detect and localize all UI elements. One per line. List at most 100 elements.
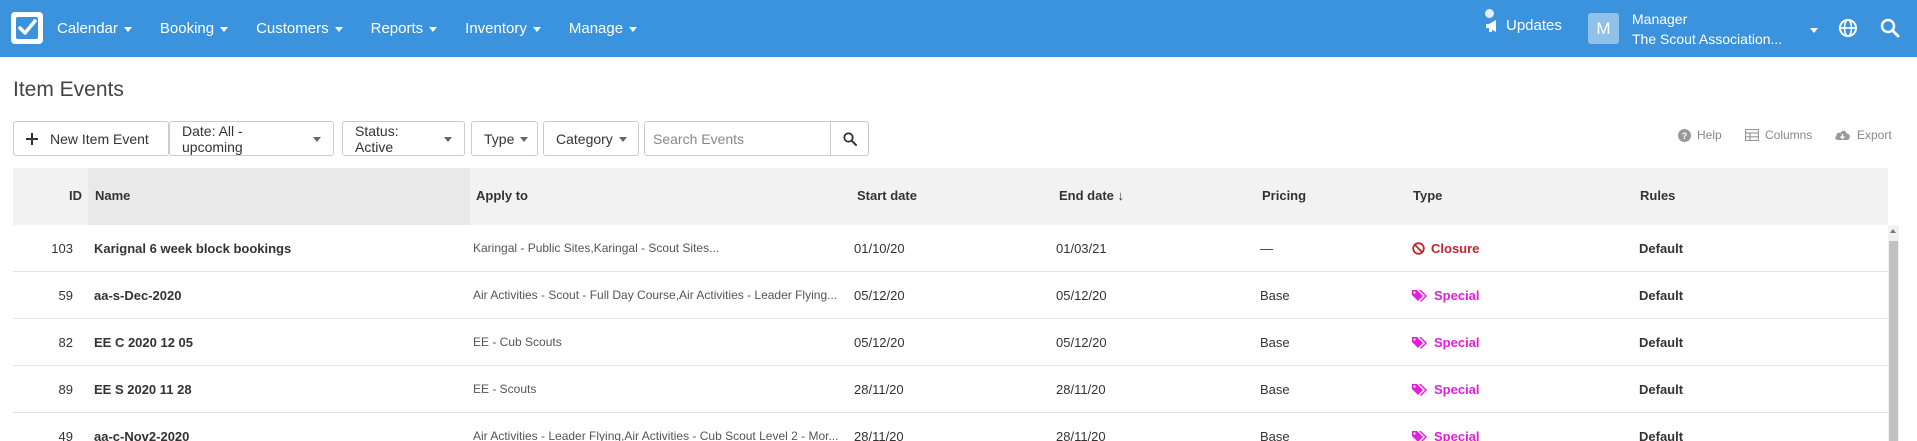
cell-rules: Default [1639, 335, 1684, 350]
cell-start-date: 05/12/20 [854, 288, 905, 303]
header-type[interactable]: Type [1413, 188, 1442, 203]
cell-name[interactable]: Karignal 6 week block bookings [94, 241, 291, 256]
cell-end-date: 05/12/20 [1056, 288, 1107, 303]
cell-id: 82 [58, 335, 73, 350]
table-row[interactable]: 49 aa-c-Nov2-2020 Air Activities - Leade… [13, 413, 1888, 441]
page-title: Item Events [13, 78, 124, 101]
tags-icon [1412, 290, 1427, 302]
cell-start-date: 01/10/20 [854, 241, 905, 256]
avatar[interactable]: M [1588, 13, 1619, 44]
new-item-event-button[interactable]: New Item Event [13, 121, 169, 156]
caret-down-icon [444, 137, 452, 142]
cell-apply-to: EE - Cub Scouts [473, 335, 562, 349]
cell-end-date: 05/12/20 [1056, 335, 1107, 350]
cell-start-date: 28/11/20 [854, 382, 904, 397]
nav-booking[interactable]: Booking [160, 20, 229, 37]
table-row[interactable]: 59 aa-s-Dec-2020 Air Activities - Scout … [13, 272, 1888, 319]
search-events-input[interactable] [644, 121, 830, 156]
nav-reports[interactable]: Reports [371, 20, 438, 37]
table-row[interactable]: 82 EE C 2020 12 05 EE - Cub Scouts 05/12… [13, 319, 1888, 366]
header-name[interactable]: Name [95, 188, 130, 203]
help-icon: ? [1678, 128, 1691, 142]
cell-apply-to: Air Activities - Scout - Full Day Course… [473, 288, 838, 302]
item-events-table: ID Name Apply to Start date End date ↓ P… [13, 168, 1888, 441]
columns-link[interactable]: Columns [1745, 128, 1812, 142]
cell-name[interactable]: aa-c-Nov2-2020 [94, 429, 189, 441]
cell-name[interactable]: EE S 2020 11 28 [94, 382, 192, 397]
cell-rules: Default [1639, 241, 1684, 256]
cell-type: Closure [1412, 241, 1479, 256]
megaphone-icon [1486, 19, 1496, 32]
cell-pricing: Base [1260, 288, 1290, 303]
nav-customers[interactable]: Customers [256, 20, 343, 37]
updates-label: Updates [1506, 17, 1562, 34]
caret-down-icon [334, 27, 343, 32]
nav-manage[interactable]: Manage [569, 20, 638, 37]
header-end-date[interactable]: End date ↓ [1059, 188, 1124, 203]
table-header: ID Name Apply to Start date End date ↓ P… [13, 168, 1888, 225]
cell-pricing: — [1260, 241, 1273, 256]
updates-link[interactable]: Updates [1485, 9, 1562, 34]
cell-rules: Default [1639, 288, 1684, 303]
header-id[interactable]: ID [69, 188, 82, 203]
export-link[interactable]: Export [1834, 128, 1892, 142]
cell-type: Special [1412, 288, 1480, 303]
cell-id: 103 [51, 241, 73, 256]
cell-rules: Default [1639, 382, 1684, 397]
tags-icon [1412, 337, 1427, 349]
cell-end-date: 01/03/21 [1056, 241, 1107, 256]
header-pricing[interactable]: Pricing [1262, 188, 1306, 203]
cell-name[interactable]: EE C 2020 12 05 [94, 335, 193, 350]
global-search-icon[interactable] [1880, 18, 1900, 38]
app-logo[interactable] [11, 12, 43, 44]
cell-pricing: Base [1260, 382, 1290, 397]
caret-down-icon [532, 27, 541, 32]
caret-down-icon [123, 27, 132, 32]
sorted-column-highlight [88, 168, 470, 225]
caret-down-icon [220, 27, 229, 32]
type-filter-dropdown[interactable]: Type [471, 121, 538, 156]
caret-down-icon [629, 27, 638, 32]
plus-icon [26, 132, 38, 145]
help-link[interactable]: ? Help [1678, 128, 1722, 142]
table-row[interactable]: 103 Karignal 6 week block bookings Karin… [13, 225, 1888, 272]
scrollbar-thumb[interactable] [1889, 241, 1898, 441]
scroll-up-arrow-icon[interactable] [1890, 229, 1896, 233]
cloud-download-icon [1835, 130, 1850, 140]
cell-apply-to: Air Activities - Leader Flying,Air Activ… [473, 429, 839, 441]
nav-calendar[interactable]: Calendar [57, 20, 132, 37]
header-start-date[interactable]: Start date [857, 188, 917, 203]
caret-down-icon [313, 137, 321, 142]
cell-end-date: 28/11/20 [1056, 382, 1106, 397]
date-filter-dropdown[interactable]: Date: All - upcoming [169, 121, 334, 156]
account-org: The Scout Association... [1632, 31, 1783, 47]
account-role: Manager [1632, 11, 1688, 27]
checkmark-logo-icon [16, 17, 38, 39]
ban-icon [1412, 242, 1425, 255]
caret-down-icon [618, 137, 627, 142]
cell-apply-to: EE - Scouts [473, 382, 537, 396]
cell-type: Special [1412, 429, 1480, 441]
cell-type: Special [1412, 382, 1480, 397]
account-caret-down-icon[interactable] [1810, 28, 1818, 33]
nav-inventory[interactable]: Inventory [465, 20, 541, 37]
columns-icon [1745, 129, 1759, 141]
cell-rules: Default [1639, 429, 1684, 441]
header-rules[interactable]: Rules [1640, 188, 1675, 203]
caret-down-icon [520, 137, 529, 142]
globe-icon[interactable] [1838, 18, 1858, 38]
account-menu[interactable]: Manager The Scout Association... [1632, 9, 1792, 49]
table-scrollbar[interactable] [1888, 225, 1899, 441]
cell-end-date: 28/11/20 [1056, 429, 1106, 441]
cell-id: 59 [58, 288, 73, 303]
cell-id: 89 [58, 382, 73, 397]
header-apply-to[interactable]: Apply to [476, 188, 528, 203]
tags-icon [1412, 384, 1427, 396]
main-menu: Calendar Booking Customers Reports Inven… [57, 0, 665, 57]
search-button[interactable] [830, 121, 869, 156]
table-row[interactable]: 89 EE S 2020 11 28 EE - Scouts 28/11/20 … [13, 366, 1888, 413]
cell-name[interactable]: aa-s-Dec-2020 [94, 288, 181, 303]
status-filter-dropdown[interactable]: Status: Active [342, 121, 465, 156]
cell-pricing: Base [1260, 335, 1290, 350]
category-filter-dropdown[interactable]: Category [543, 121, 639, 156]
